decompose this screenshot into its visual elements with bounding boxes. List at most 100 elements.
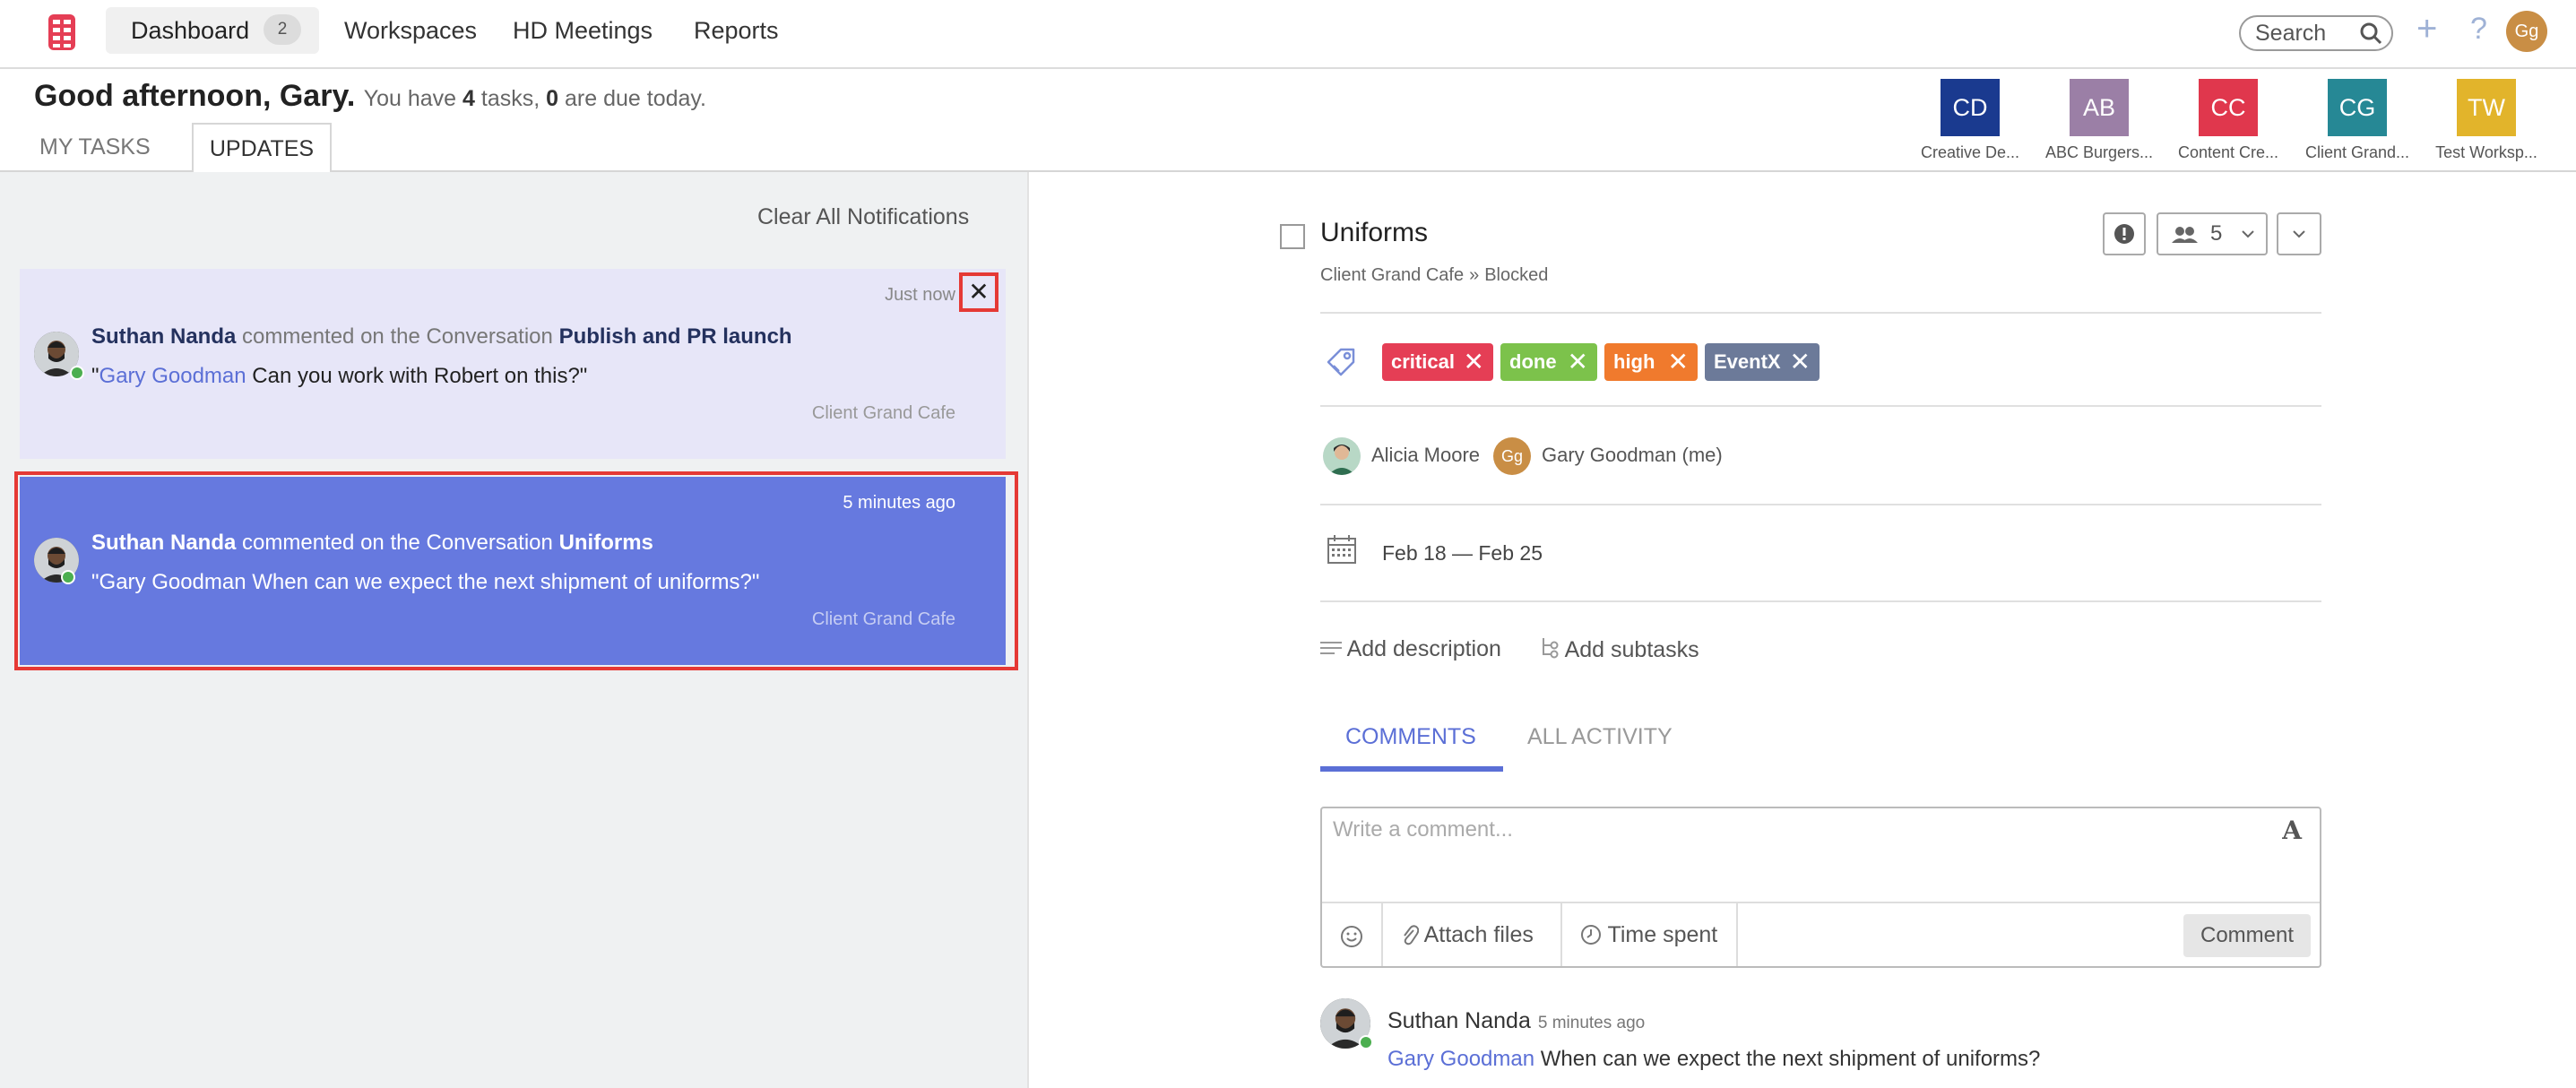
add-subtasks-label: Add subtasks <box>1564 637 1699 662</box>
workspace-shortcut[interactable]: CG Client Grand... <box>2304 79 2411 162</box>
workspace-shortcut[interactable]: CD Creative De... <box>1916 79 2024 162</box>
tab-comments[interactable]: COMMENTS <box>1345 724 1476 750</box>
chevron-down-icon <box>2293 230 2305 238</box>
due-count: 0 <box>546 86 559 111</box>
subtasks-icon <box>1543 638 1559 659</box>
assignee-avatar[interactable]: Gg <box>1493 437 1531 475</box>
comment-author[interactable]: Suthan Nanda <box>1387 1008 1531 1033</box>
emoji-button[interactable] <box>1322 903 1383 966</box>
calendar-icon[interactable] <box>1327 534 1357 565</box>
workspace-shortcut[interactable]: CC Content Cre... <box>2174 79 2282 162</box>
remove-tag-icon[interactable]: ✕ <box>1790 343 1811 381</box>
greeting-summary: You have 4 tasks, 0 are due today. <box>363 86 706 111</box>
attach-files-label: Attach files <box>1423 922 1534 947</box>
add-subtasks-button[interactable]: Add subtasks <box>1540 636 1699 663</box>
mention-link[interactable]: Gary Goodman <box>1387 1047 1534 1071</box>
remove-tag-icon[interactable]: ✕ <box>1668 343 1689 381</box>
task-dates[interactable]: Feb 18 — Feb 25 <box>1382 541 1543 566</box>
nav-workspaces[interactable]: Workspaces <box>344 7 477 54</box>
remove-tag-icon[interactable]: ✕ <box>1568 343 1588 381</box>
breadcrumb-workspace[interactable]: Client Grand Cafe <box>1320 265 1464 285</box>
comment-header: Suthan Nanda 5 minutes ago <box>1387 1008 1645 1034</box>
clear-all-notifications-button[interactable]: Clear All Notifications <box>757 204 969 230</box>
nav-dashboard-label: Dashboard <box>131 17 250 44</box>
author-name[interactable]: Suthan Nanda <box>91 324 236 349</box>
nav-reports[interactable]: Reports <box>694 7 779 54</box>
dismiss-notification-button[interactable]: ✕ <box>959 272 998 312</box>
app-logo-icon[interactable] <box>47 13 77 52</box>
tag-icon[interactable] <box>1323 344 1359 380</box>
members-dropdown-button[interactable]: 5 <box>2157 212 2268 255</box>
greeting-hello: Good afternoon, Gary. <box>34 79 356 113</box>
breadcrumb: Client Grand Cafe» Blocked <box>1320 265 1548 286</box>
workspace-shortcut[interactable]: TW Test Worksp... <box>2433 79 2540 162</box>
workspace-label: ABC Burgers... <box>2045 143 2154 161</box>
tag-label: done <box>1509 350 1557 373</box>
section-divider <box>1320 504 2321 505</box>
notification-time: Just now <box>885 285 955 305</box>
comment-input[interactable]: Write a comment... <box>1333 817 1513 842</box>
workspace-badge: TW <box>2457 79 2516 136</box>
assignee-avatar[interactable] <box>1323 437 1361 475</box>
notification-message: "Gary Goodman Can you work with Robert o… <box>91 364 588 388</box>
tag-label: EventX <box>1714 350 1781 373</box>
help-icon[interactable]: ? <box>2470 11 2487 47</box>
workspace-shortcut[interactable]: AB ABC Burgers... <box>2045 79 2153 162</box>
tag-chip[interactable]: critical ✕ <box>1382 343 1493 381</box>
nav-dashboard[interactable]: Dashboard 2 <box>106 7 319 54</box>
assignee-name[interactable]: Alicia Moore <box>1371 444 1480 467</box>
search-input[interactable]: Search <box>2239 15 2393 51</box>
tag-chip[interactable]: EventX ✕ <box>1705 343 1820 381</box>
members-count: 5 <box>2210 221 2223 246</box>
top-navigation-bar: Dashboard 2 Workspaces HD Meetings Report… <box>0 0 2576 69</box>
online-status-icon <box>70 366 84 380</box>
breadcrumb-separator: » <box>1469 265 1480 285</box>
workspace-label: Creative De... <box>1920 143 2020 161</box>
add-description-button[interactable]: Add description <box>1320 636 1501 662</box>
mention-link[interactable]: Gary Goodman <box>99 364 246 388</box>
task-complete-checkbox[interactable] <box>1280 224 1305 249</box>
remove-tag-icon[interactable]: ✕ <box>1464 343 1484 381</box>
dashboard-count-badge: 2 <box>264 13 302 45</box>
tag-label: critical <box>1391 350 1455 373</box>
paperclip-icon <box>1404 925 1420 946</box>
priority-alert-button[interactable] <box>2103 212 2146 255</box>
comment-editor: Write a comment... A Attach files Time s… <box>1320 807 2321 968</box>
workspace-badge: CG <box>2328 79 2387 136</box>
section-divider <box>1320 405 2321 407</box>
nav-hd-meetings[interactable]: HD Meetings <box>513 7 653 54</box>
tag-label: high <box>1613 350 1655 373</box>
members-icon <box>2172 227 2198 243</box>
workspace-badge: CD <box>1941 79 2000 136</box>
tab-updates[interactable]: UPDATES <box>192 123 332 173</box>
time-spent-button[interactable]: Time spent <box>1562 903 1738 966</box>
tag-chip[interactable]: done ✕ <box>1500 343 1597 381</box>
plus-icon[interactable]: + <box>2416 11 2437 47</box>
tag-chip[interactable]: high ✕ <box>1604 343 1698 381</box>
online-status-icon <box>1359 1035 1373 1049</box>
workspace-label: Test Worksp... <box>2435 143 2537 161</box>
user-avatar[interactable]: Gg <box>2506 11 2547 52</box>
notification-summary: Suthan Nanda commented on the Conversati… <box>91 324 792 349</box>
tab-all-activity[interactable]: ALL ACTIVITY <box>1527 724 1673 750</box>
time-spent-label: Time spent <box>1607 922 1718 947</box>
workspace-label: Content Cre... <box>2177 143 2279 161</box>
alert-icon <box>2114 224 2134 244</box>
more-options-button[interactable] <box>2277 212 2321 255</box>
submit-comment-button[interactable]: Comment <box>2183 914 2311 957</box>
attach-files-button[interactable]: Attach files <box>1383 903 1562 966</box>
breadcrumb-status[interactable]: Blocked <box>1484 265 1548 285</box>
section-divider <box>1320 312 2321 314</box>
search-placeholder: Search <box>2255 21 2327 46</box>
text-format-icon[interactable]: A <box>2282 816 2302 845</box>
assignee-name[interactable]: Gary Goodman (me) <box>1542 444 1723 467</box>
comment-time: 5 minutes ago <box>1537 1014 1646 1032</box>
conversation-link[interactable]: Publish and PR launch <box>559 324 792 349</box>
workspace-label: Client Grand... <box>2304 143 2410 161</box>
emoji-icon <box>1341 926 1362 948</box>
tab-my-tasks[interactable]: MY TASKS <box>39 123 183 171</box>
task-title[interactable]: Uniforms <box>1320 218 1428 248</box>
notification-workspace: Client Grand Cafe <box>811 403 955 423</box>
notification-card[interactable]: Just now ✕ Suthan Nanda commented on the… <box>20 269 1006 459</box>
search-icon <box>2360 22 2382 45</box>
